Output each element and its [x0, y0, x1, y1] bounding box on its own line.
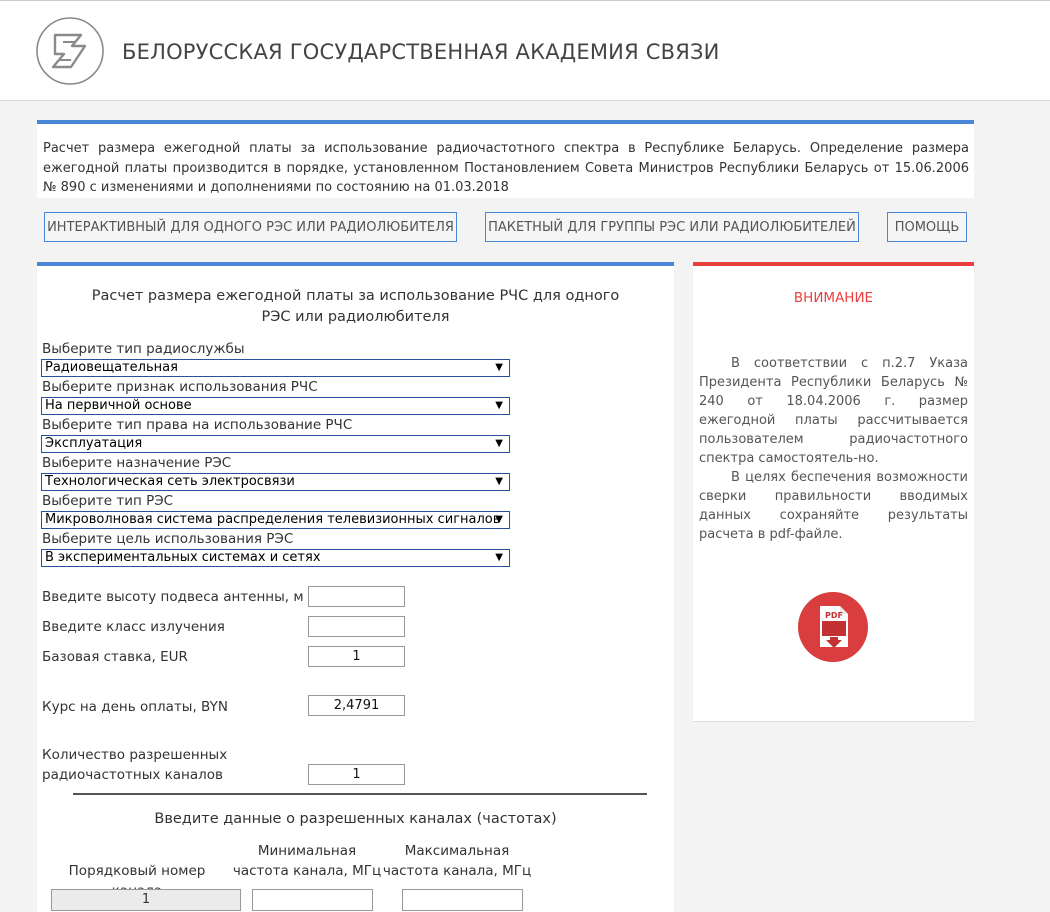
channel-number-cell: 1 — [51, 889, 241, 911]
usage-sign-value: На первичной основе — [45, 398, 192, 413]
channels-title: Введите данные о разрешенных каналах (ча… — [154, 811, 557, 827]
radio-service-label: Выберите тип радиослужбы — [42, 341, 245, 357]
res-goal-label: Выберите цель использования РЭС — [42, 531, 294, 547]
col-max-header-1: Максимальная — [404, 843, 510, 859]
triangle-down-icon: ▼ — [495, 362, 503, 373]
calculator-title: Расчет размера ежегодной платы за исполь… — [91, 288, 620, 325]
channel-count-input[interactable]: 1 — [308, 764, 405, 785]
right-type-select[interactable]: Эксплуатация ▼ — [41, 435, 510, 453]
res-purpose-value: Технологическая сеть электросвязи — [45, 474, 295, 489]
usage-sign-select[interactable]: На первичной основе ▼ — [41, 397, 510, 415]
pdf-label: PDF — [825, 611, 843, 620]
channel-count-label-2: радиочастотных каналов — [42, 767, 224, 783]
res-goal-value: В экспериментальных системах и сетях — [45, 550, 321, 565]
attention-title: ВНИМАНИЕ — [793, 290, 874, 306]
res-goal-select[interactable]: В экспериментальных системах и сетях ▼ — [41, 549, 510, 567]
org-name: БЕЛОРУССКАЯ ГОСУДАРСТВЕННАЯ АКАДЕМИЯ СВЯ… — [122, 40, 720, 64]
radio-service-select[interactable]: Радиовещательная ▼ — [41, 359, 510, 377]
res-purpose-label: Выберите назначение РЭС — [42, 455, 232, 471]
emission-class-label: Введите класс излучения — [42, 619, 225, 635]
calculator-panel: Расчет размера ежегодной платы за исполь… — [37, 262, 674, 912]
col-max-header-2: частота канала, МГц — [382, 863, 532, 879]
antenna-height-label: Введите высоту подвеса антенны, м — [42, 589, 304, 605]
col-min-header-1: Минимальная — [257, 843, 357, 859]
tab-interactive[interactable]: ИНТЕРАКТИВНЫЙ ДЛЯ ОДНОГО РЭС ИЛИ РАДИОЛЮ… — [44, 212, 457, 242]
exchange-rate-label: Курс на день оплаты, BYN — [42, 699, 228, 715]
site-header: БЕЛОРУССКАЯ ГОСУДАРСТВЕННАЯ АКАДЕМИЯ СВЯ… — [0, 0, 1050, 101]
section-divider — [73, 793, 647, 795]
right-type-label: Выберите тип права на использование РЧС — [42, 417, 353, 433]
triangle-down-icon: ▼ — [495, 400, 503, 411]
right-type-value: Эксплуатация — [45, 436, 143, 451]
res-type-select[interactable]: Микроволновая система распределения теле… — [41, 511, 510, 529]
res-type-label: Выберите тип РЭС — [42, 493, 174, 509]
channel-max-input[interactable] — [402, 889, 523, 911]
triangle-down-icon: ▼ — [495, 438, 503, 449]
col-min-header-2: частота канала, МГц — [232, 863, 382, 879]
radio-service-value: Радиовещательная — [45, 360, 178, 375]
exchange-rate-input[interactable]: 2,4791 — [308, 695, 405, 716]
pdf-download-icon[interactable]: PDF — [797, 591, 869, 663]
tab-batch[interactable]: ПАКЕТНЫЙ ДЛЯ ГРУППЫ РЭС ИЛИ РАДИОЛЮБИТЕЛ… — [485, 212, 859, 242]
res-purpose-select[interactable]: Технологическая сеть электросвязи ▼ — [41, 473, 510, 491]
calculation-notice: Расчет размера ежегодной платы за исполь… — [37, 120, 974, 198]
antenna-height-input[interactable] — [308, 586, 405, 607]
attention-panel: ВНИМАНИЕ В соответствии с п.2.7 Указа Пр… — [693, 262, 974, 722]
channel-count-label-1: Количество разрешенных — [42, 747, 228, 763]
attention-paragraph-1: В соответствии с п.2.7 Указа Президента … — [699, 356, 968, 466]
help-button[interactable]: ПОМОЩЬ — [887, 212, 967, 242]
base-rate-label: Базовая ставка, EUR — [42, 649, 188, 665]
res-type-value: Микроволновая система распределения теле… — [45, 512, 501, 527]
academy-logo-icon[interactable] — [35, 16, 105, 86]
attention-text: В соответствии с п.2.7 Указа Президента … — [699, 354, 968, 544]
base-rate-input[interactable]: 1 — [308, 646, 405, 667]
triangle-down-icon: ▼ — [495, 514, 503, 525]
triangle-down-icon: ▼ — [495, 476, 503, 487]
triangle-down-icon: ▼ — [495, 552, 503, 563]
attention-paragraph-2: В целях беспечения возможности сверки пр… — [699, 470, 968, 542]
channel-min-input[interactable] — [252, 889, 373, 911]
emission-class-input[interactable] — [308, 616, 405, 637]
usage-sign-label: Выберите признак использования РЧС — [42, 379, 318, 395]
